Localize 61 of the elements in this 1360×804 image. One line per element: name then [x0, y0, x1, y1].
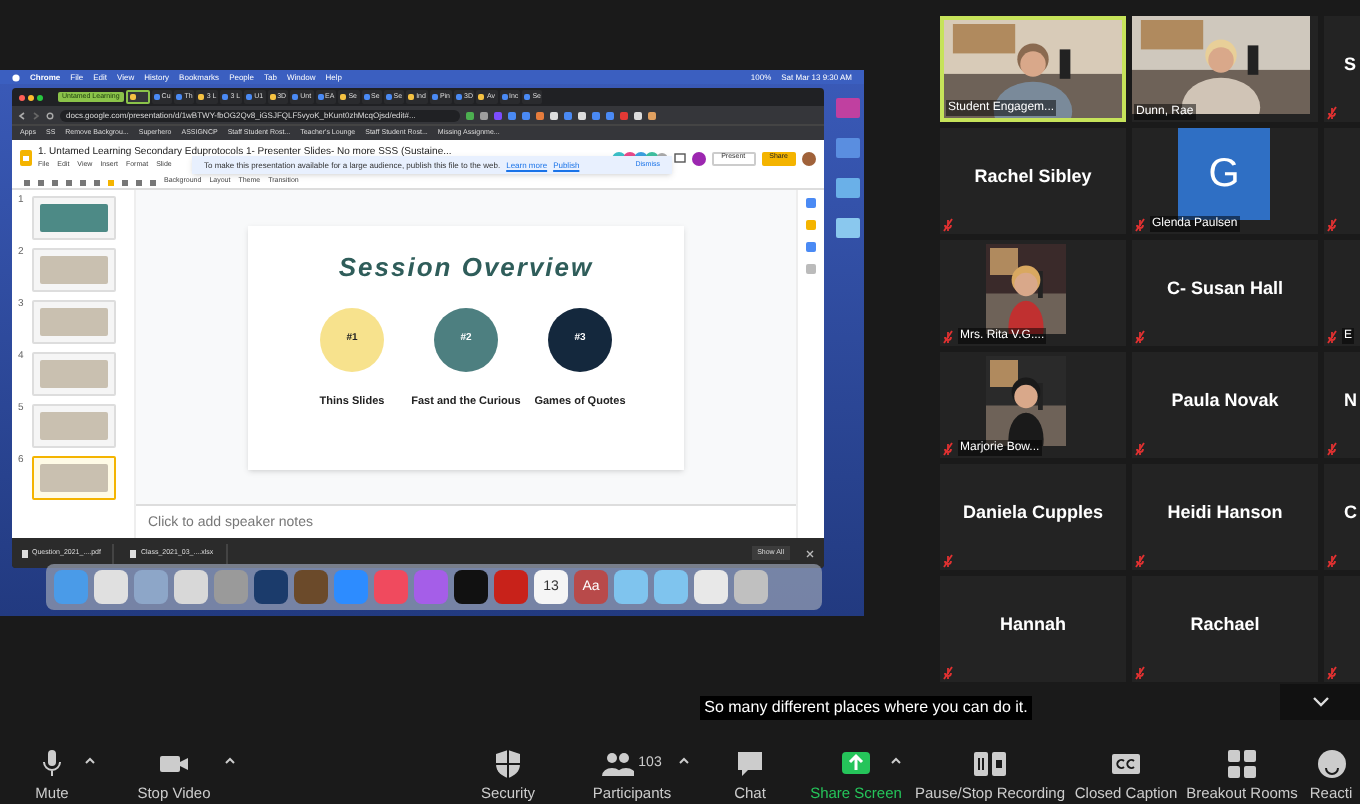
browser-tab[interactable]	[125, 90, 150, 104]
slide-thumbnail[interactable]	[32, 404, 116, 448]
participant-name: C	[1344, 504, 1357, 522]
grid-icon	[1226, 747, 1258, 779]
participant-name: Daniela Cupples	[960, 504, 1106, 522]
participant-name: C- Susan Hall	[1164, 280, 1285, 298]
toolbar-icon[interactable]	[66, 179, 72, 185]
shield-icon	[492, 747, 524, 779]
toolbar-icon[interactable]	[136, 179, 142, 185]
people-icon	[602, 747, 635, 779]
collapse-button[interactable]	[1280, 684, 1360, 720]
avatar-initial: G	[1178, 128, 1270, 220]
slide-thumbnail[interactable]	[32, 248, 116, 292]
pause-stop-icon	[974, 747, 1006, 779]
side-panel-icon[interactable]	[806, 264, 816, 274]
participant-name: Rachael	[1188, 616, 1262, 634]
toolbar-icon[interactable]	[52, 179, 58, 185]
participant-name: Hannah	[997, 616, 1068, 634]
toolbar-icon[interactable]	[38, 179, 44, 185]
app-icon[interactable]	[694, 570, 728, 604]
participant-name: Paula Novak	[1169, 392, 1281, 410]
live-caption: So many different places where you can do it.	[700, 696, 1032, 720]
apple-icon	[12, 72, 20, 82]
chat-bubble-icon	[734, 747, 766, 779]
slide-thumbnail[interactable]	[32, 456, 116, 500]
participant-name: Heidi Hanson	[1165, 504, 1285, 522]
side-panel-icon[interactable]	[806, 242, 816, 252]
forward-icon	[32, 111, 40, 119]
participant-name: Rachel Sibley	[972, 168, 1094, 186]
toolbar-icon[interactable]	[150, 179, 156, 185]
comment-icon	[673, 152, 686, 164]
app-badge-icon	[691, 151, 706, 165]
back-icon	[18, 111, 26, 119]
smiley-icon	[1315, 747, 1347, 779]
toolbar-icon[interactable]	[24, 179, 30, 185]
chevron-down-icon	[1311, 696, 1329, 708]
side-panel-icon[interactable]	[806, 220, 816, 230]
app-icon[interactable]	[294, 570, 328, 604]
window-controls-icon	[18, 93, 46, 101]
participant-name: N	[1344, 392, 1357, 410]
slides-logo-icon	[20, 150, 32, 166]
app-icon[interactable]	[174, 570, 208, 604]
toolbar-icon[interactable]	[80, 179, 86, 185]
share-screen-icon	[840, 747, 872, 779]
toolbar-icon[interactable]	[108, 179, 114, 185]
app-icon[interactable]	[454, 570, 488, 604]
slide-title: Session Overview	[338, 253, 594, 279]
file-icon	[22, 549, 28, 557]
close-icon	[806, 549, 814, 557]
toolbar-icon[interactable]	[122, 179, 128, 185]
side-panel-icon[interactable]	[806, 198, 816, 208]
toolbar-icon[interactable]	[94, 179, 100, 185]
slide-thumbnail[interactable]	[32, 352, 116, 396]
app-icon[interactable]	[94, 570, 128, 604]
reload-icon	[46, 111, 54, 119]
account-avatar-icon	[802, 151, 816, 165]
app-icon[interactable]	[254, 570, 288, 604]
slide-thumbnail[interactable]	[32, 300, 116, 344]
participant-name: S	[1344, 56, 1357, 74]
slide-thumbnail[interactable]	[32, 196, 116, 240]
file-icon	[130, 549, 137, 557]
